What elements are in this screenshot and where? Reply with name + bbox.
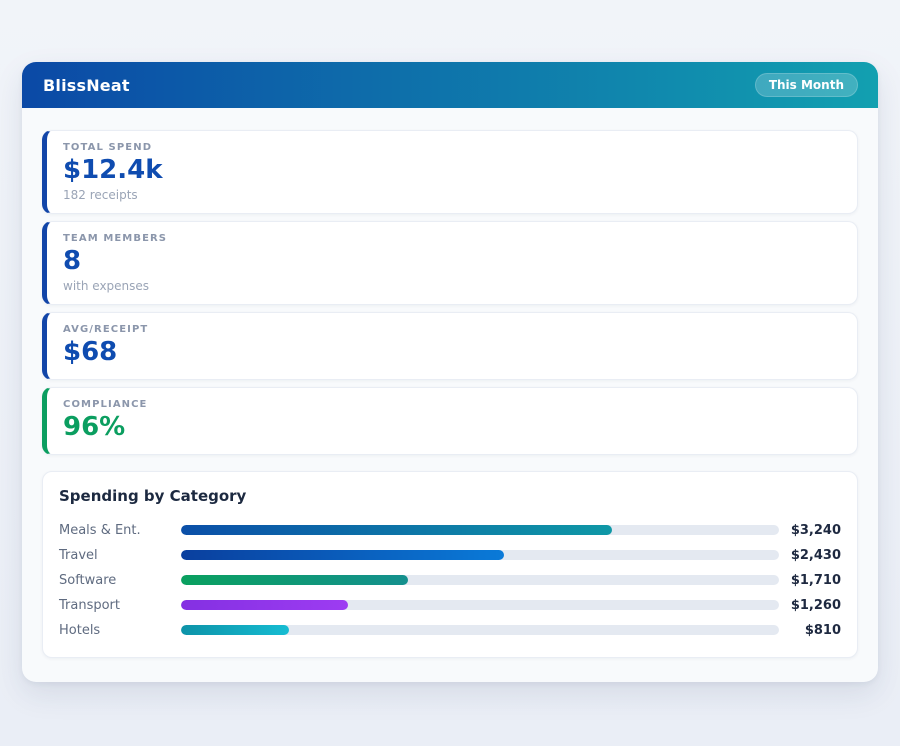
bar-fill — [181, 600, 348, 610]
bar-fill — [181, 575, 408, 585]
stat-label: COMPLIANCE — [63, 399, 841, 410]
spending-by-category-card: Spending by Category Meals & Ent. $3,240 T… — [42, 471, 858, 658]
app-title: BlissNeat — [43, 76, 130, 95]
category-label: Software — [59, 573, 181, 588]
bar-track — [181, 550, 779, 560]
category-value: $1,260 — [779, 598, 841, 613]
category-row: Travel $2,430 — [59, 543, 841, 568]
category-label: Meals & Ent. — [59, 523, 181, 538]
category-label: Travel — [59, 548, 181, 563]
app-body: TOTAL SPEND $12.4k 182 receipts TEAM MEMBER… — [22, 108, 878, 678]
category-row: Software $1,710 — [59, 568, 841, 593]
bar-fill — [181, 550, 504, 560]
stat-label: AVG/RECEIPT — [63, 324, 841, 335]
bar-track — [181, 600, 779, 610]
stat-value: $12.4k — [63, 156, 841, 186]
bar-track — [181, 575, 779, 585]
stat-subtitle: with expenses — [63, 279, 841, 293]
stat-card-total-spend: TOTAL SPEND $12.4k 182 receipts — [42, 130, 858, 214]
category-row: Hotels $810 — [59, 618, 841, 643]
category-label: Transport — [59, 598, 181, 613]
category-value: $1,710 — [779, 573, 841, 588]
app-header: BlissNeat This Month — [22, 62, 878, 108]
category-value: $2,430 — [779, 548, 841, 563]
category-value: $3,240 — [779, 523, 841, 538]
stat-card-team-members: TEAM MEMBERS 8 with expenses — [42, 221, 858, 305]
category-label: Hotels — [59, 623, 181, 638]
bar-fill — [181, 625, 289, 635]
period-badge[interactable]: This Month — [755, 73, 858, 97]
stat-label: TOTAL SPEND — [63, 142, 841, 153]
category-row: Meals & Ent. $3,240 — [59, 518, 841, 543]
app-container: BlissNeat This Month TOTAL SPEND $12.4k 18… — [22, 62, 878, 682]
stat-label: TEAM MEMBERS — [63, 233, 841, 244]
stats-section: TOTAL SPEND $12.4k 182 receipts TEAM MEMBER… — [42, 130, 858, 455]
bar-track — [181, 525, 779, 535]
stat-card-avg-receipt: AVG/RECEIPT $68 — [42, 312, 858, 380]
stat-value: 96% — [63, 413, 841, 443]
chart-title: Spending by Category — [59, 487, 841, 505]
stat-value: $68 — [63, 338, 841, 368]
category-value: $810 — [779, 623, 841, 638]
stat-card-compliance: COMPLIANCE 96% — [42, 387, 858, 455]
bar-fill — [181, 525, 612, 535]
stat-value: 8 — [63, 247, 841, 277]
chart-rows: Meals & Ent. $3,240 Travel $2,430 Software $1… — [59, 518, 841, 643]
category-row: Transport $1,260 — [59, 593, 841, 618]
bar-track — [181, 625, 779, 635]
stat-subtitle: 182 receipts — [63, 188, 841, 202]
